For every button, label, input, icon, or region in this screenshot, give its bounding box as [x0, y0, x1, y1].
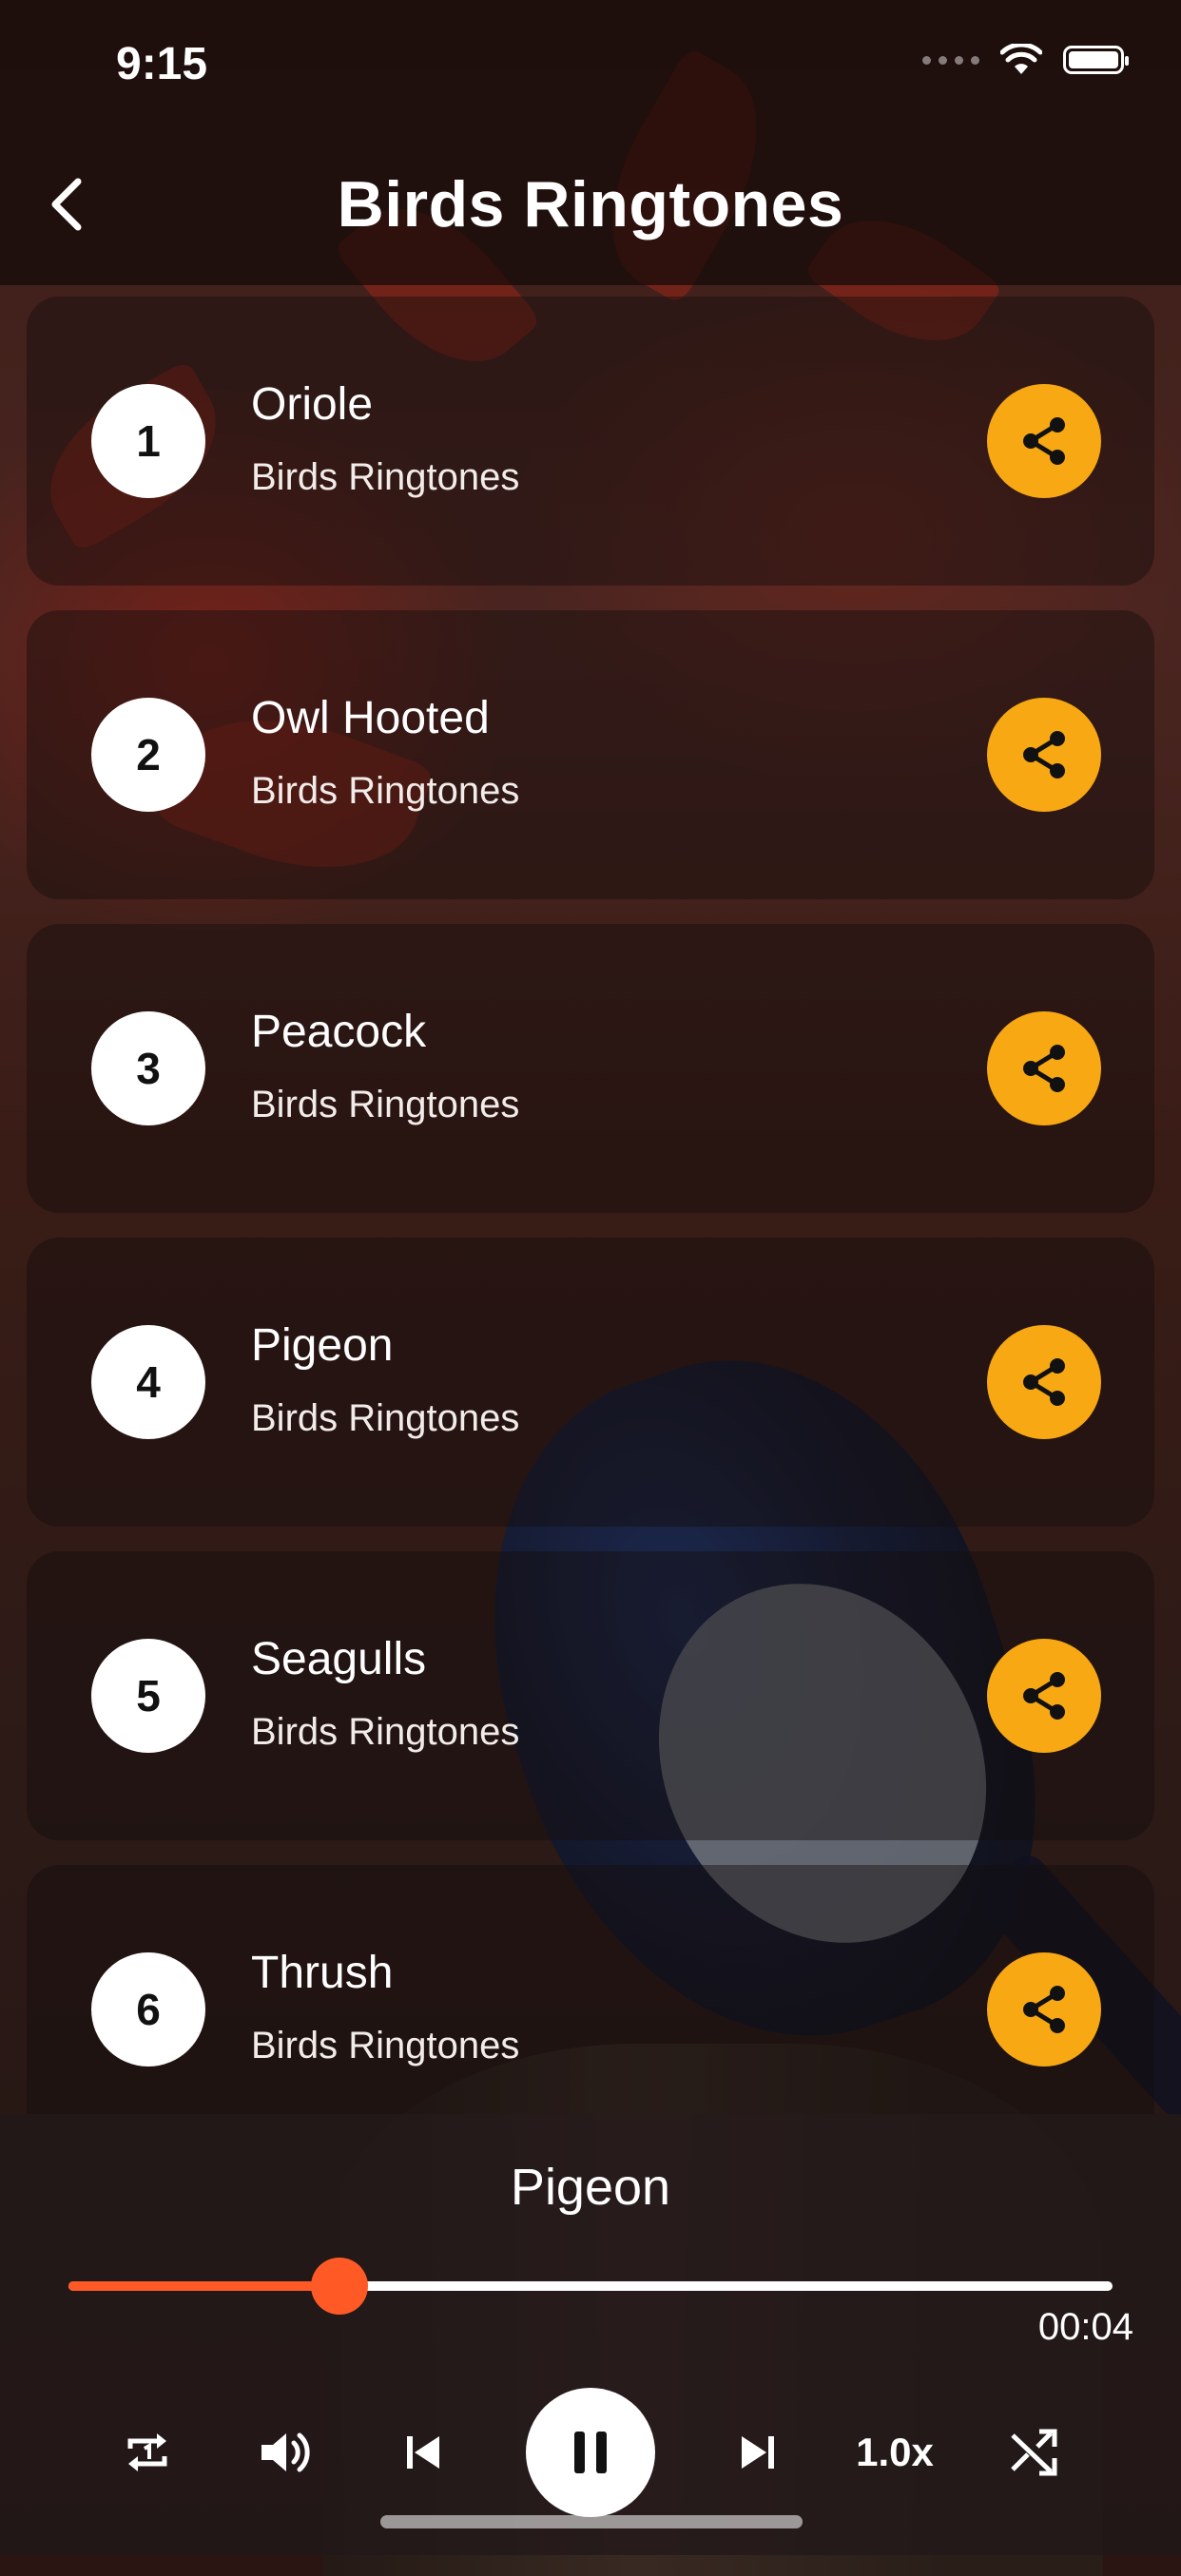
repeat-one-icon	[127, 2433, 167, 2471]
ringtone-item[interactable]: 6 Thrush Birds Ringtones	[27, 1865, 1154, 2114]
shuffle-icon	[1011, 2429, 1057, 2476]
share-icon	[1023, 1358, 1065, 1406]
share-icon	[1023, 1672, 1065, 1720]
item-title: Pigeon	[251, 1320, 394, 1371]
shuffle-button[interactable]	[1000, 2386, 1067, 2519]
share-button[interactable]	[987, 384, 1101, 498]
share-button[interactable]	[987, 1325, 1101, 1439]
share-icon	[1023, 417, 1065, 465]
status-time: 9:15	[116, 39, 208, 89]
pause-button[interactable]	[526, 2386, 655, 2519]
ringtone-item[interactable]: 3 Peacock Birds Ringtones	[27, 924, 1154, 1213]
volume-icon	[261, 2432, 310, 2472]
item-subtitle: Birds Ringtones	[251, 770, 520, 812]
item-number: 4	[91, 1325, 205, 1439]
item-title: Oriole	[251, 379, 374, 430]
progress-slider[interactable]	[68, 2258, 1113, 2315]
item-number: 5	[91, 1639, 205, 1753]
cellular-signal-icon	[922, 55, 979, 65]
ringtone-item[interactable]: 2 Owl Hooted Birds Ringtones	[27, 610, 1154, 899]
item-subtitle: Birds Ringtones	[251, 1084, 520, 1125]
speed-label: 1.0x	[856, 2430, 934, 2474]
ringtone-item[interactable]: 5 Seagulls Birds Ringtones	[27, 1551, 1154, 1840]
page-title: Birds Ringtones	[337, 168, 844, 240]
previous-button[interactable]	[390, 2386, 456, 2519]
wifi-icon	[1000, 44, 1042, 74]
share-icon	[1023, 731, 1065, 779]
item-subtitle: Birds Ringtones	[251, 2025, 520, 2067]
pause-icon	[574, 2432, 607, 2473]
ringtone-item[interactable]: 4 Pigeon Birds Ringtones	[27, 1238, 1154, 1527]
share-button[interactable]	[987, 1639, 1101, 1753]
item-number: 1	[91, 384, 205, 498]
item-subtitle: Birds Ringtones	[251, 1397, 520, 1439]
item-number: 2	[91, 698, 205, 812]
skip-next-icon	[742, 2436, 774, 2469]
item-number: 6	[91, 1952, 205, 2067]
item-title: Seagulls	[251, 1634, 427, 1684]
home-indicator	[380, 2515, 803, 2528]
next-button[interactable]	[725, 2386, 791, 2519]
item-number: 3	[91, 1011, 205, 1125]
share-button[interactable]	[987, 1952, 1101, 2067]
share-button[interactable]	[987, 1011, 1101, 1125]
share-icon	[1023, 1986, 1065, 2033]
item-title: Owl Hooted	[251, 693, 490, 743]
status-icons	[922, 44, 1129, 76]
item-subtitle: Birds Ringtones	[251, 456, 520, 498]
elapsed-time: 00:04	[1037, 2306, 1133, 2348]
repeat-button[interactable]	[114, 2386, 181, 2519]
now-playing-title: Pigeon	[510, 2159, 671, 2216]
skip-previous-icon	[407, 2436, 439, 2469]
volume-button[interactable]	[252, 2386, 319, 2519]
header-bar: 9:15 Birds Ringtones	[0, 0, 1181, 285]
player-controls: 1.0x	[0, 2386, 1181, 2519]
share-icon	[1023, 1045, 1065, 1092]
ringtone-list[interactable]: 1 Oriole Birds Ringtones 2 Owl Hooted Bi…	[27, 297, 1154, 2114]
item-title: Thrush	[251, 1948, 394, 1998]
item-title: Peacock	[251, 1007, 427, 1057]
ringtone-item[interactable]: 1 Oriole Birds Ringtones	[27, 297, 1154, 586]
share-button[interactable]	[987, 698, 1101, 812]
battery-icon	[1063, 46, 1129, 74]
progress-thumb[interactable]	[311, 2258, 369, 2315]
progress-fill	[68, 2281, 340, 2291]
item-subtitle: Birds Ringtones	[251, 1711, 520, 1753]
speed-button[interactable]: 1.0x	[846, 2386, 943, 2519]
